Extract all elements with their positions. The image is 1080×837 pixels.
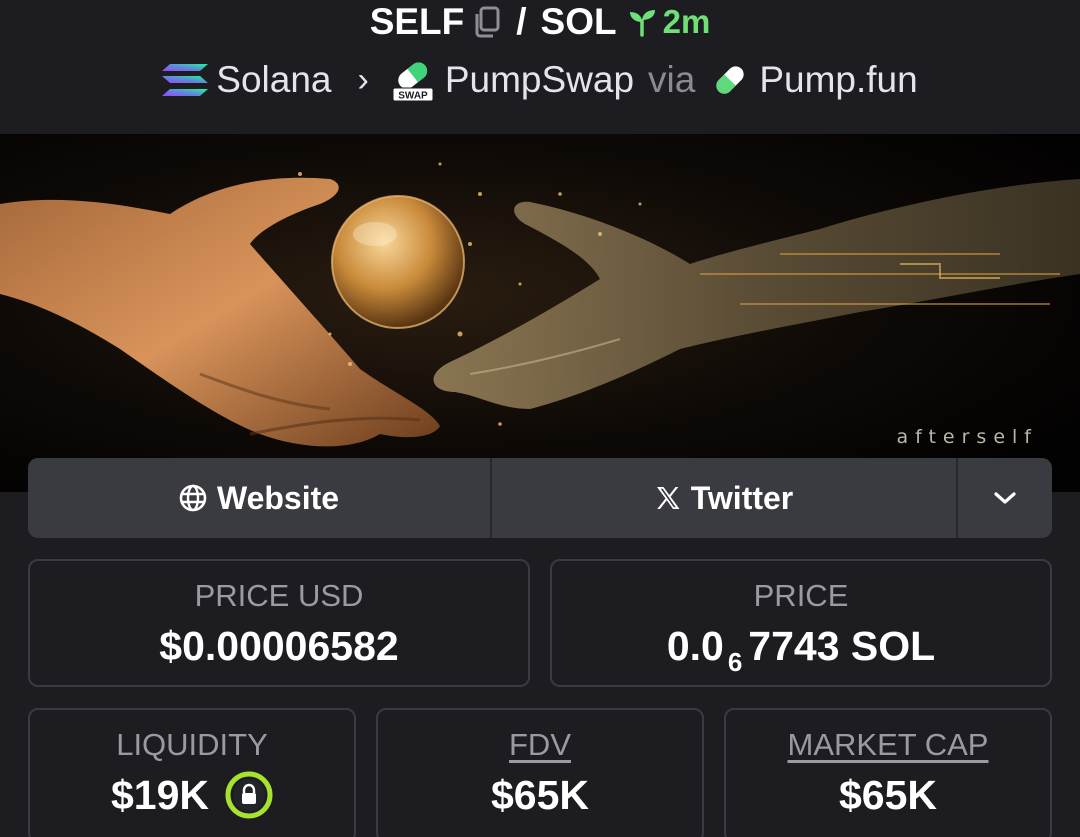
token-pair-page: SELF / SOL 2m Solana › SWAP PumpSwap via…	[0, 0, 1080, 837]
social-links-bar: Website Twitter	[28, 458, 1052, 538]
fdv-card[interactable]: FDV $65K	[376, 708, 704, 837]
breadcrumb-dex[interactable]: PumpSwap	[445, 59, 634, 101]
liquidity-value: $19K	[110, 772, 209, 818]
pair-title: SELF / SOL 2m	[0, 0, 1080, 44]
seedling-icon	[629, 10, 655, 37]
fdv-label[interactable]: FDV	[378, 726, 702, 764]
liquidity-value-row: $19K	[30, 770, 354, 820]
website-button[interactable]: Website	[28, 458, 492, 538]
website-label: Website	[216, 479, 340, 516]
x-logo-icon	[656, 487, 680, 509]
price-usd-card: PRICE USD $0.00006582	[28, 559, 530, 687]
chevron-down-icon	[994, 492, 1016, 504]
twitter-label: Twitter	[690, 479, 794, 516]
pair-age-text: 2m	[662, 3, 711, 40]
price-usd-label: PRICE USD	[194, 578, 364, 613]
pair-separator: /	[516, 1, 527, 42]
breadcrumb-launchpad[interactable]: Pump.fun	[759, 59, 917, 101]
market-cap-label[interactable]: MARKET CAP	[726, 726, 1050, 764]
liquidity-label: LIQUIDITY	[116, 727, 268, 762]
pair-age: 2m	[627, 0, 711, 44]
pair-header: SELF / SOL 2m Solana › SWAP PumpSwap via…	[0, 0, 1080, 134]
svg-text:SWAP: SWAP	[398, 91, 428, 102]
more-links-button[interactable]	[958, 458, 1052, 538]
price-native-label: PRICE	[753, 578, 849, 613]
market-cap-value: $65K	[838, 772, 937, 818]
solana-logo[interactable]	[162, 62, 209, 98]
quote-token-symbol: SOL	[540, 1, 617, 42]
lock-icon[interactable]	[225, 771, 273, 819]
liquidity-card: LIQUIDITY $19K	[28, 708, 356, 837]
copy-icon[interactable]	[472, 5, 502, 39]
breadcrumb-via: via	[648, 59, 696, 100]
twitter-button[interactable]: Twitter	[492, 458, 958, 538]
price-native-card: PRICE 0.0 6 7743 SOL	[550, 559, 1052, 687]
market-cap-card[interactable]: MARKET CAP $65K	[724, 708, 1052, 837]
fdv-value: $65K	[490, 772, 589, 818]
price-native-suffix: 7743 SOL	[748, 623, 936, 669]
breadcrumb-chain[interactable]: Solana	[216, 59, 331, 101]
chevron-right-icon: ›	[357, 60, 369, 99]
price-zero-count: 6	[727, 647, 743, 677]
token-banner-image: afterself	[0, 134, 1080, 492]
price-usd-value: $0.00006582	[159, 623, 399, 669]
banner-watermark: afterself	[896, 426, 1038, 448]
price-native-value: 0.0 6 7743 SOL	[552, 621, 1050, 677]
pumpswap-logo[interactable]: SWAP	[391, 58, 435, 102]
price-native-prefix: 0.0	[666, 623, 724, 669]
globe-icon	[179, 484, 207, 512]
pumpfun-pill-logo[interactable]	[711, 61, 749, 99]
breadcrumb: Solana › SWAP PumpSwap via Pump.fun	[0, 56, 1080, 104]
base-token-symbol: SELF	[369, 1, 465, 42]
